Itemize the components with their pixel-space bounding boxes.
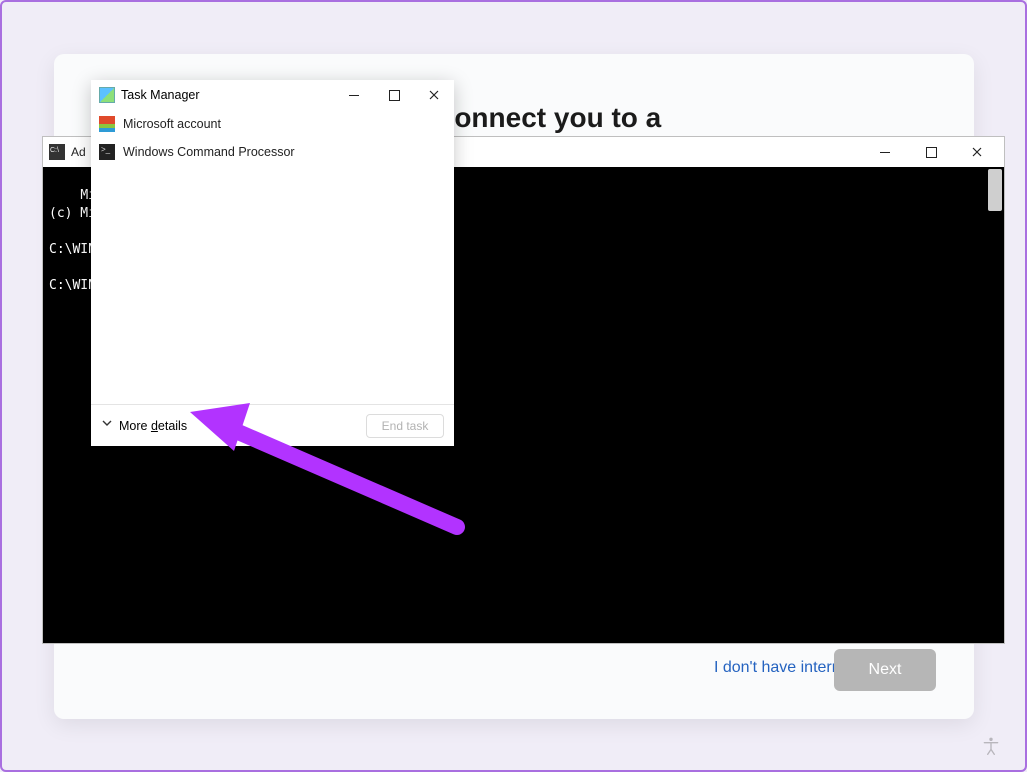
process-row[interactable]: Microsoft account bbox=[91, 110, 454, 138]
tm-process-list: Microsoft account Windows Command Proces… bbox=[91, 110, 454, 404]
cmd-maximize-button[interactable] bbox=[908, 137, 954, 167]
process-name: Windows Command Processor bbox=[123, 145, 295, 159]
task-manager-window: Task Manager Microsoft account Windows C… bbox=[91, 80, 454, 446]
tm-close-button[interactable] bbox=[414, 80, 454, 110]
tm-maximize-button[interactable] bbox=[374, 80, 414, 110]
process-row[interactable]: Windows Command Processor bbox=[91, 138, 454, 166]
task-manager-icon bbox=[99, 87, 115, 103]
tm-titlebar[interactable]: Task Manager bbox=[91, 80, 454, 110]
more-details-toggle[interactable]: More details bbox=[101, 418, 187, 433]
tm-footer: More details End task bbox=[91, 404, 454, 446]
no-internet-link[interactable]: I don't have internet bbox=[714, 659, 854, 677]
next-button[interactable]: Next bbox=[834, 649, 936, 691]
cmd-minimize-button[interactable] bbox=[862, 137, 908, 167]
tm-minimize-button[interactable] bbox=[334, 80, 374, 110]
process-name: Microsoft account bbox=[123, 117, 221, 131]
cmd-scrollbar[interactable] bbox=[988, 169, 1002, 211]
tm-title: Task Manager bbox=[121, 88, 334, 102]
cmd-icon bbox=[99, 144, 115, 160]
cmd-close-button[interactable] bbox=[954, 137, 1000, 167]
accessibility-icon[interactable] bbox=[981, 736, 1001, 756]
end-task-button[interactable]: End task bbox=[366, 414, 444, 438]
more-details-label: More details bbox=[119, 419, 187, 433]
cmd-icon bbox=[49, 144, 65, 160]
account-icon bbox=[99, 116, 115, 132]
chevron-down-icon bbox=[101, 417, 113, 432]
